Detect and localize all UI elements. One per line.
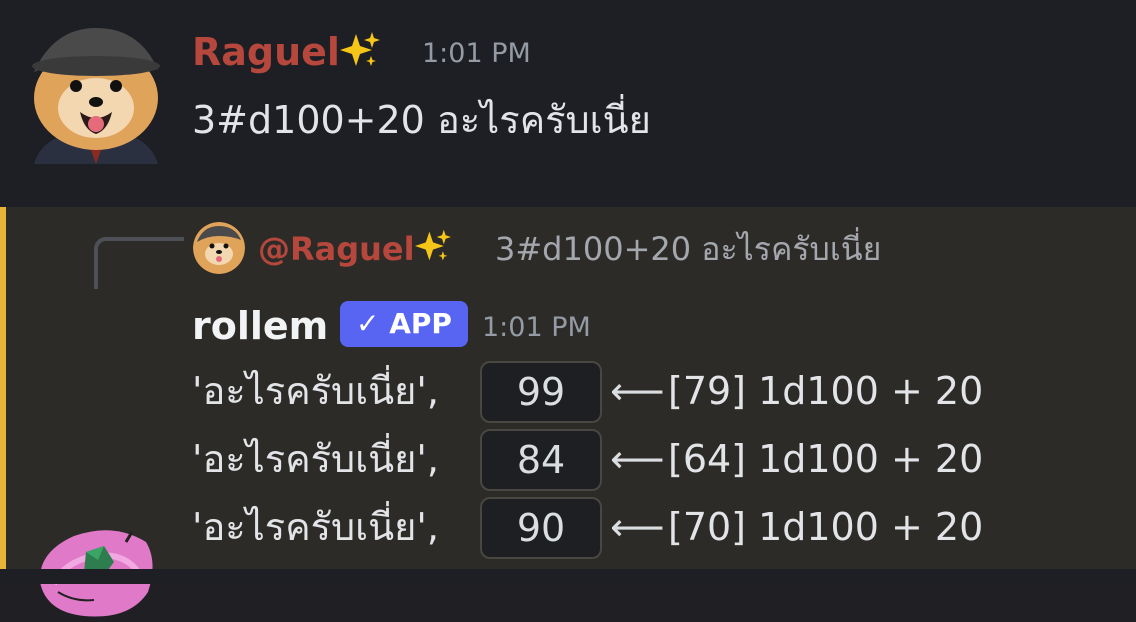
roll-total: 84 xyxy=(480,429,602,491)
left-arrow-icon: ⟵ xyxy=(610,437,665,481)
mention-highlight-bar xyxy=(0,207,6,569)
reply-avatar[interactable] xyxy=(193,222,245,274)
reply-mention-text[interactable]: @Raguel xyxy=(258,230,415,268)
message-rollem: @Raguel 3#d100+20 อะไรครับเนี่ย rollem ✓… xyxy=(0,207,1136,617)
timestamp: 1:01 PM xyxy=(422,38,531,69)
left-arrow-icon: ⟵ xyxy=(610,369,665,413)
message-raguel: Raguel 1:01 PM 3#d100+20 อะไรครับเนี่ย xyxy=(0,0,1136,207)
timestamp: 1:01 PM xyxy=(482,312,591,343)
sparkles-icon xyxy=(339,30,380,79)
left-arrow-icon: ⟵ xyxy=(610,505,665,549)
reply-preview-text[interactable]: 3#d100+20 อะไรครับเนี่ย xyxy=(495,227,881,271)
bot-name[interactable]: rollem xyxy=(192,304,328,348)
roll-expression: [79] 1d100 + 20 xyxy=(668,369,984,413)
roll-expression: [64] 1d100 + 20 xyxy=(668,437,984,481)
message-content: 3#d100+20 อะไรครับเนี่ย xyxy=(192,98,651,142)
sparkles-icon xyxy=(414,228,451,275)
roll-label: 'อะไรครับเนี่ย', xyxy=(192,369,439,413)
roll-label: 'อะไรครับเนี่ย', xyxy=(192,505,439,549)
reply-connector xyxy=(94,237,184,289)
roll-total: 90 xyxy=(480,497,602,559)
bottom-divider xyxy=(0,569,1136,584)
author-name-text[interactable]: Raguel xyxy=(192,30,340,74)
author-name[interactable]: Raguel xyxy=(192,30,380,79)
roll-label: 'อะไรครับเนี่ย', xyxy=(192,437,439,481)
roll-total: 99 xyxy=(480,361,602,423)
app-badge: ✓ APP xyxy=(340,301,468,347)
reply-mention[interactable]: @Raguel xyxy=(258,227,451,275)
raguel-avatar[interactable] xyxy=(24,20,168,164)
roll-expression: [70] 1d100 + 20 xyxy=(668,505,984,549)
